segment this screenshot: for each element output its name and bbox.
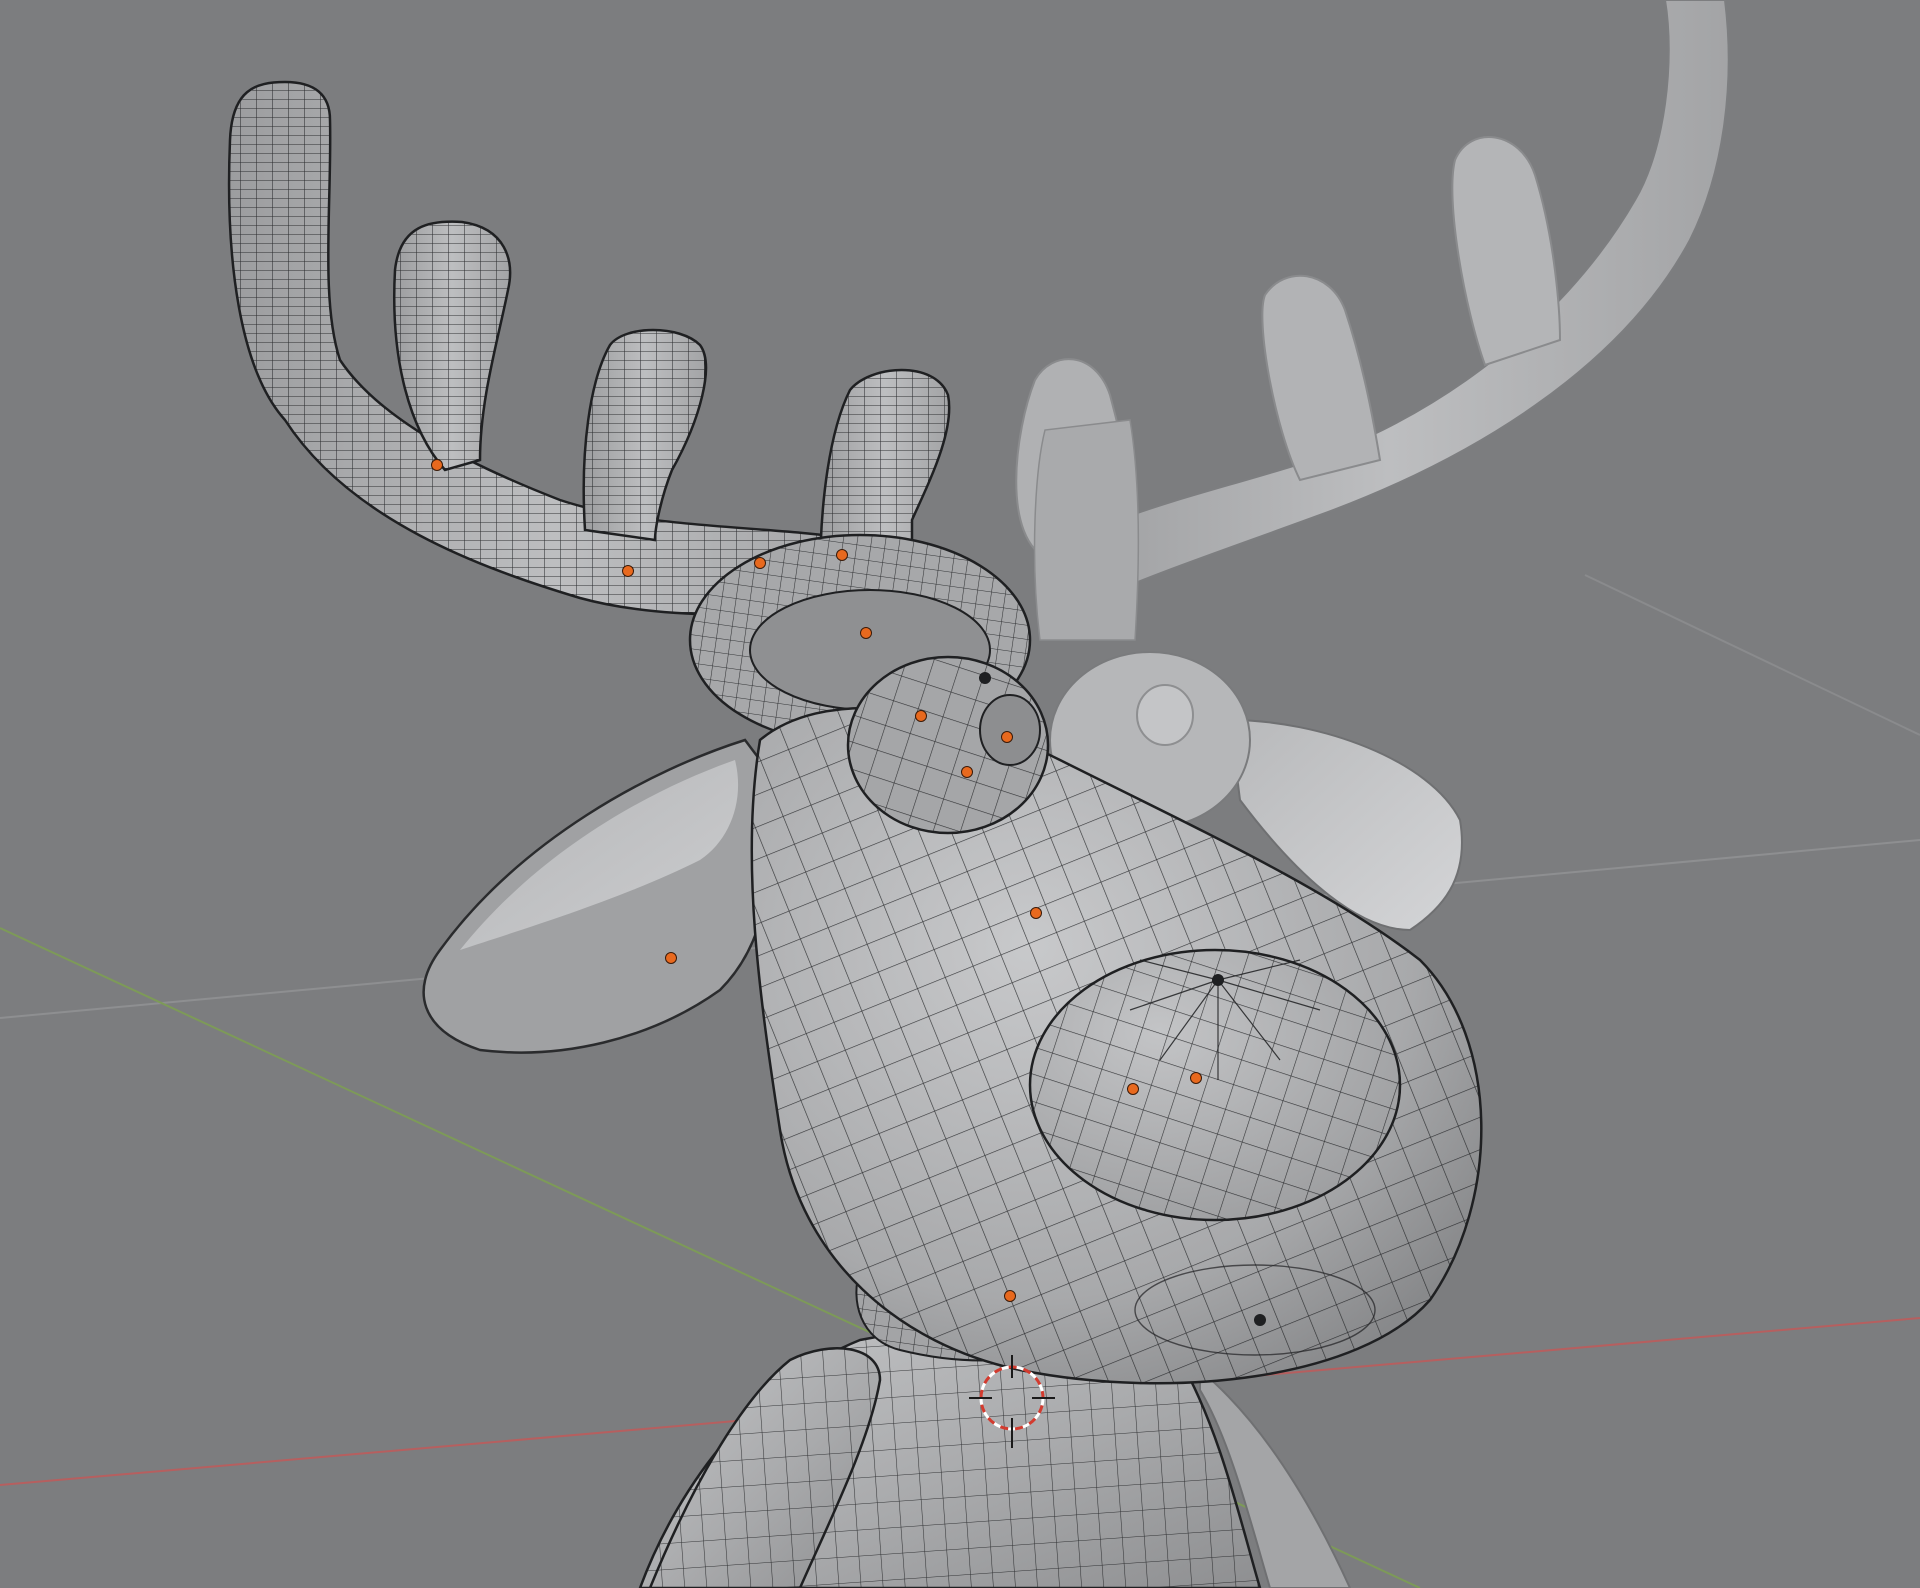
origin-dot (1001, 731, 1013, 743)
origin-dot (665, 952, 677, 964)
origin-dot (754, 557, 766, 569)
origin-dot (915, 710, 927, 722)
origin-dot (836, 549, 848, 561)
origin-dot (860, 627, 872, 639)
ear-left[interactable] (422, 738, 771, 1054)
3d-viewport[interactable] (0, 0, 1920, 1588)
origin-dot (1004, 1290, 1016, 1302)
origin-dot (1030, 907, 1042, 919)
viewport-canvas[interactable] (0, 0, 1920, 1588)
nose[interactable] (1028, 948, 1402, 1222)
origin-dot (1190, 1072, 1202, 1084)
origin-dot (622, 565, 634, 577)
origin-dot (431, 459, 443, 471)
antler-right[interactable] (1015, 0, 1730, 641)
eye-left[interactable] (846, 655, 1050, 835)
origin-dot (961, 766, 973, 778)
origin-dot (1127, 1083, 1139, 1095)
